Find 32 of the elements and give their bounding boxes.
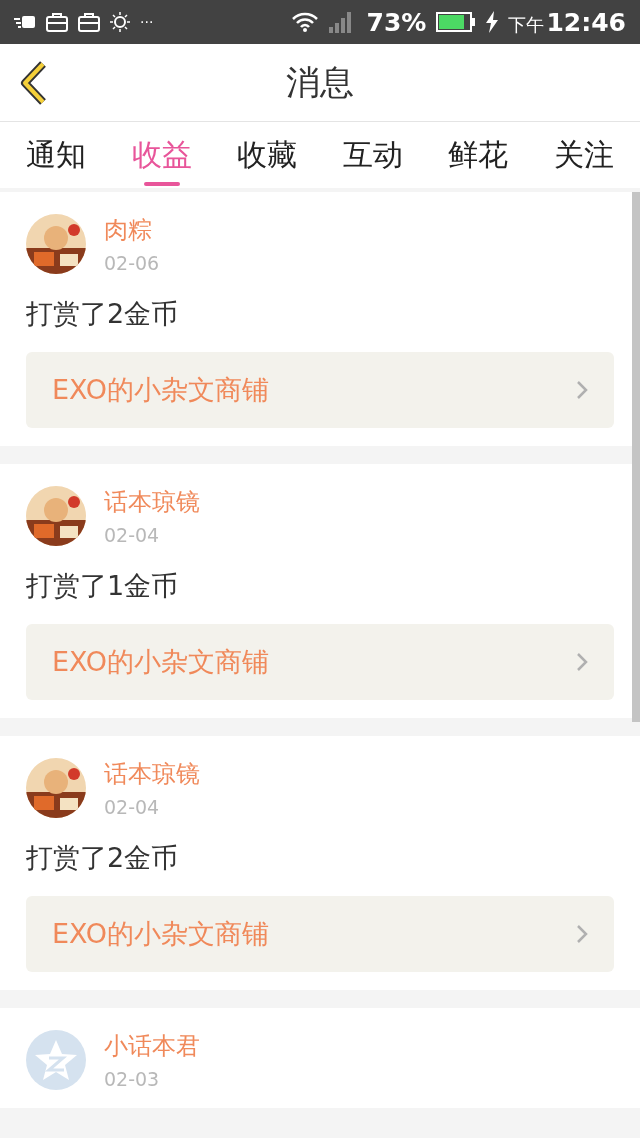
sender-name: 小话本君 [104,1031,200,1062]
more-notifications: ··· [140,14,154,30]
sender-name: 话本琼镜 [104,487,200,518]
page-title: 消息 [286,60,354,104]
chevron-icon [576,924,588,944]
sender-name: 话本琼镜 [104,759,200,790]
tab[interactable]: 通知 [26,122,86,188]
message-text: 打赏了1金币 [26,569,180,603]
message-date: 02-03 [104,1068,161,1090]
clock: 12:46 [546,7,626,37]
brightness-icon [110,12,130,32]
time-period: 下午 [508,12,545,37]
tab[interactable]: 关注 [553,122,614,188]
charging-icon [486,11,499,33]
message-text: 打赏了2金币 [26,297,180,331]
battery-icon [436,12,477,32]
chevron-icon [576,652,588,672]
message-text: 打赏了2金币 [26,841,180,875]
notification-icon [14,14,36,30]
message-date: 02-04 [104,524,161,546]
briefcase-icon [46,12,68,32]
tab[interactable]: 互动 [342,122,403,188]
avatar-icon [26,1030,86,1090]
chevron-icon [576,380,588,400]
tab[interactable]: 收藏 [237,122,298,188]
briefcase-icon [78,12,100,32]
wifi-icon [290,12,319,32]
battery-percent: 73% [366,7,427,37]
sender-name: 肉粽 [104,215,153,246]
message-date: 02-06 [104,252,160,274]
tab[interactable]: 鲜花 [448,122,509,188]
message-date: 02-04 [104,796,161,818]
